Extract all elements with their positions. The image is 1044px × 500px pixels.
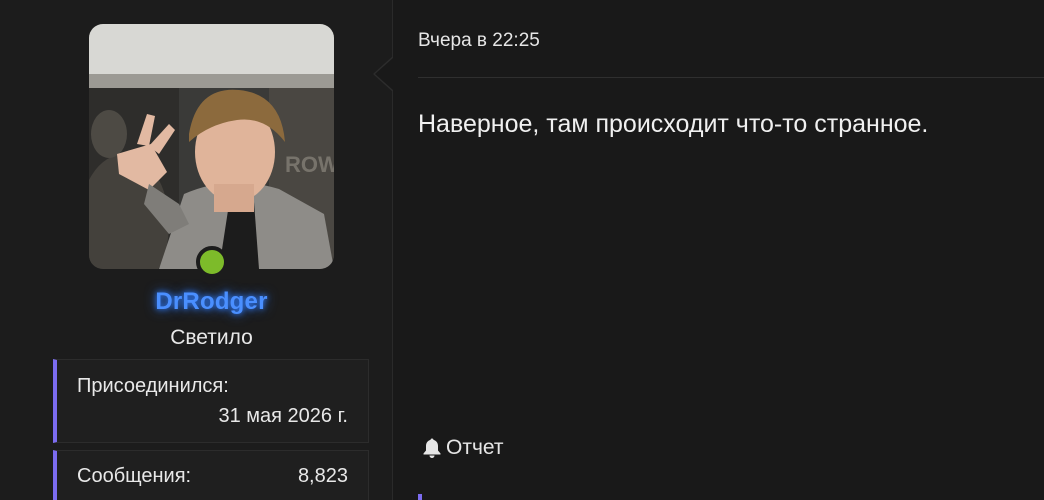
user-info-column: ROW DrRodger Светило Присоединился: 31 м… — [0, 0, 393, 500]
avatar-container: ROW — [89, 24, 334, 278]
messages-label: Сообщения: — [77, 465, 192, 487]
stat-joined: Присоединился: 31 мая 2026 г. — [53, 359, 369, 443]
report-link[interactable]: Отчет — [422, 436, 504, 460]
post-body: Наверное, там происходит что-то странное… — [418, 110, 929, 138]
bell-icon — [423, 438, 441, 458]
report-label: Отчет — [446, 436, 504, 459]
avatar-image: ROW — [89, 24, 334, 269]
stat-messages: Сообщения: 8,823 — [53, 450, 369, 500]
post-divider — [418, 77, 1044, 78]
post-content: Вчера в 22:25 Наверное, там происходит ч… — [394, 0, 1044, 500]
joined-value: 31 мая 2026 г. — [218, 405, 348, 427]
username-link[interactable]: DrRodger — [0, 288, 423, 316]
bottom-accent-bar — [418, 494, 422, 500]
avatar[interactable]: ROW — [89, 24, 334, 269]
joined-label: Присоединился: — [77, 375, 229, 397]
user-title: Светило — [170, 326, 253, 349]
online-status-dot — [196, 246, 228, 278]
post-date[interactable]: Вчера в 22:25 — [418, 30, 540, 52]
svg-text:ROW: ROW — [285, 152, 334, 177]
message-pointer-inner — [375, 58, 393, 90]
messages-value: 8,823 — [297, 465, 348, 487]
